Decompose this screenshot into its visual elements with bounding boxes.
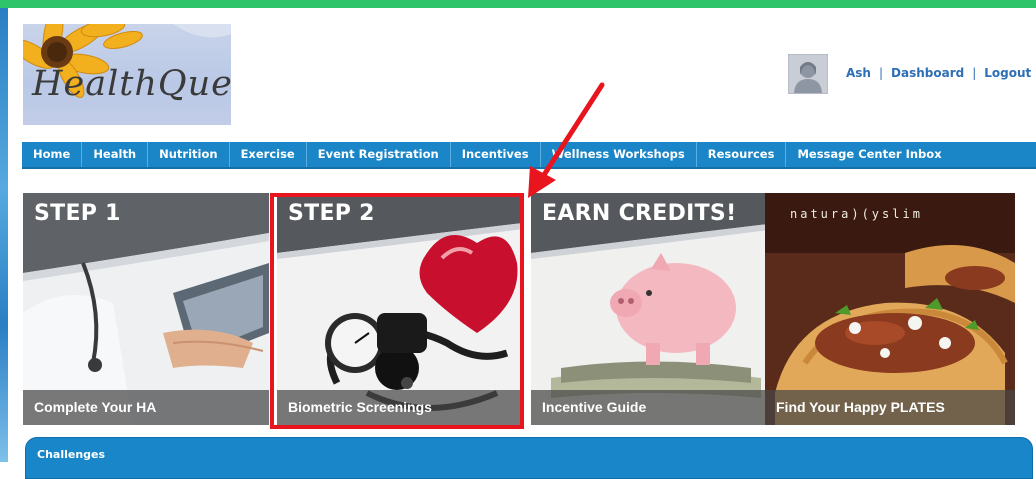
caption-complete-ha[interactable]: Complete Your HA	[34, 399, 156, 415]
red-arrow-icon	[528, 82, 605, 198]
separator: |	[972, 66, 977, 80]
caption-happy-plates[interactable]: Find Your Happy PLATES	[776, 399, 945, 415]
nav-health[interactable]: Health	[82, 142, 149, 167]
logout-link[interactable]: Logout	[984, 66, 1031, 80]
banner-biometric-screenings[interactable]: STEP 2 Biometric Screenings	[277, 193, 523, 425]
dashboard-link[interactable]: Dashboard	[891, 66, 964, 80]
banner-caption: Complete Your HA	[23, 390, 269, 425]
user-name-link[interactable]: Ash	[846, 66, 871, 80]
top-accent-bar	[0, 0, 1036, 8]
step-2-label: STEP 2	[288, 201, 375, 226]
banner-caption: Biometric Screenings	[277, 390, 523, 425]
left-edge-decoration	[0, 8, 8, 462]
banner-incentive-guide[interactable]: EARN CREDITS! Incentive Guide	[531, 193, 777, 425]
banner-caption: Incentive Guide	[531, 390, 777, 425]
nav-message-center-inbox[interactable]: Message Center Inbox	[786, 142, 952, 167]
nav-exercise[interactable]: Exercise	[230, 142, 307, 167]
nav-nutrition[interactable]: Nutrition	[148, 142, 230, 167]
healthquest-logo[interactable]: HealthQuest	[23, 24, 231, 125]
nav-home[interactable]: Home	[22, 142, 83, 167]
earn-credits-label: EARN CREDITS!	[542, 201, 737, 226]
caption-incentive-guide[interactable]: Incentive Guide	[542, 399, 646, 415]
nav-resources[interactable]: Resources	[697, 142, 787, 167]
user-silhouette-icon	[794, 62, 822, 93]
banner-complete-ha[interactable]: STEP 1 Complete Your HA	[23, 193, 269, 425]
step-1-label: STEP 1	[34, 201, 121, 226]
challenges-title: Challenges	[37, 448, 106, 461]
separator: |	[878, 66, 884, 80]
natura-yslim-brand: natura)(yslim	[790, 207, 923, 221]
nav-event-registration[interactable]: Event Registration	[307, 142, 451, 167]
avatar[interactable]	[788, 54, 828, 94]
logo-text: HealthQuest	[32, 64, 231, 104]
challenges-panel: Challenges	[25, 437, 1033, 479]
banner-happy-plates[interactable]: natura)(yslim Find Your Happy PLATES	[765, 193, 1015, 425]
banner-caption: Find Your Happy PLATES	[765, 390, 1015, 425]
user-links: Ash | Dashboard | Logout	[846, 66, 1031, 80]
caption-biometric-screenings[interactable]: Biometric Screenings	[288, 399, 432, 415]
